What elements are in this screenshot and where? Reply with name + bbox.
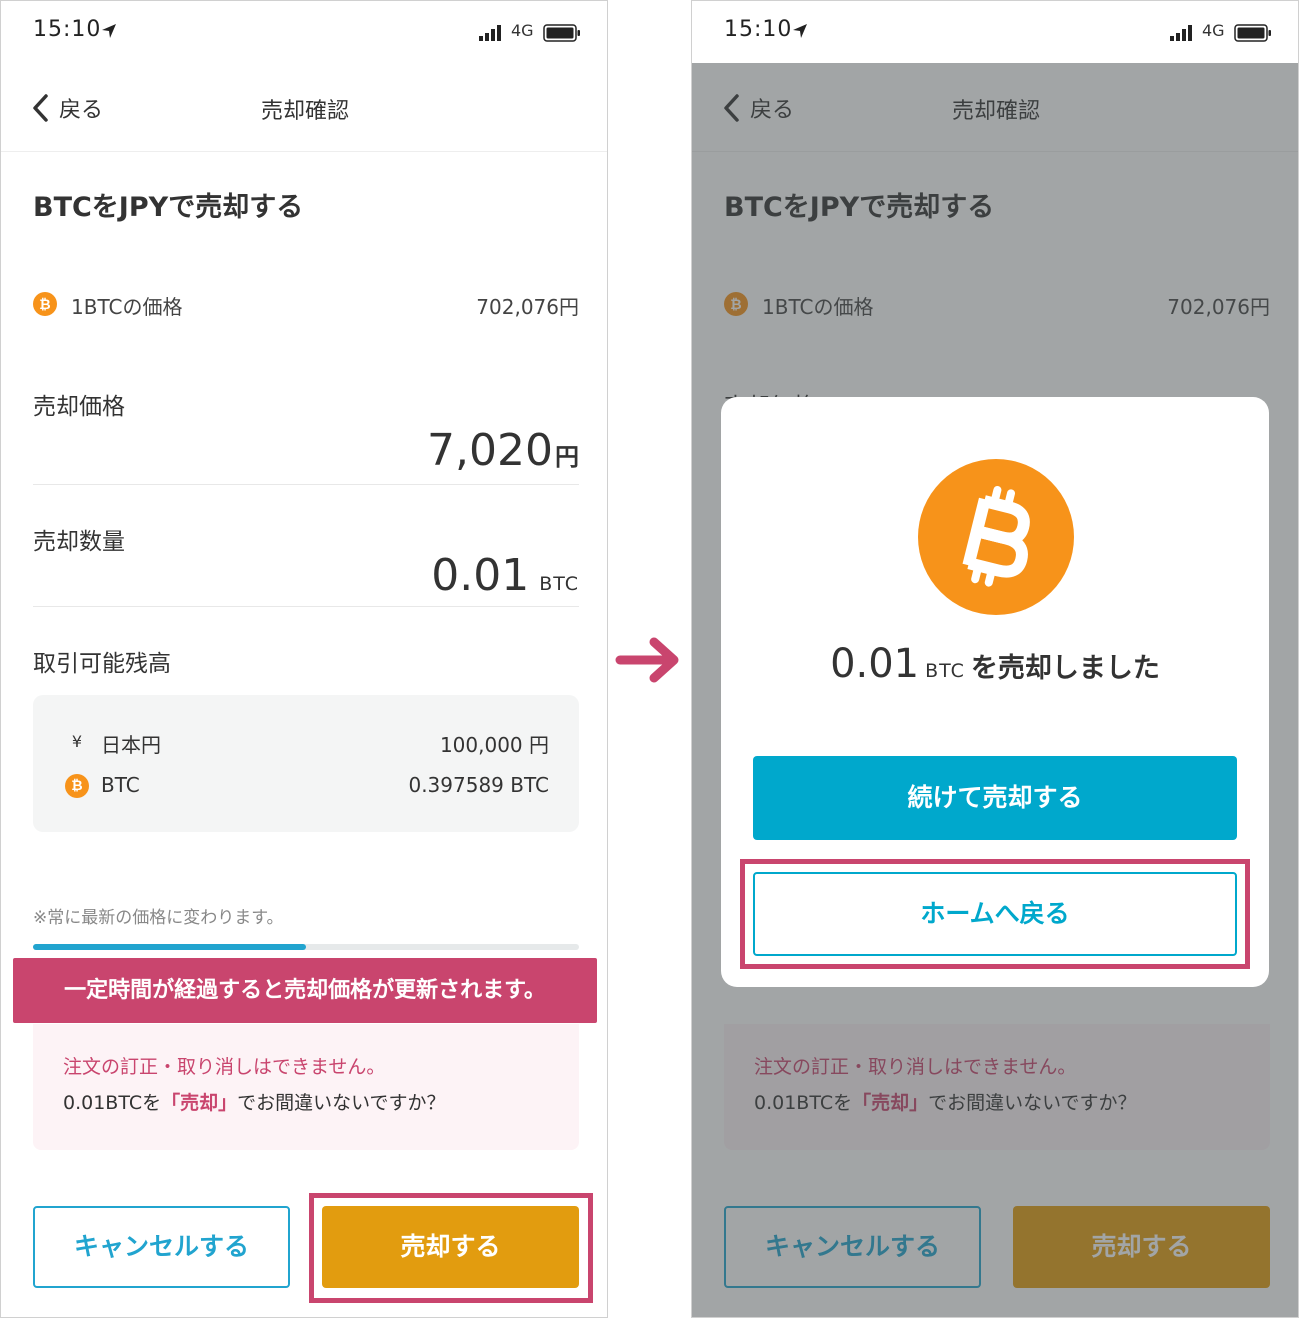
price-update-notice: ※常に最新の価格に変わります。 — [33, 908, 284, 928]
battery-icon — [1234, 24, 1271, 42]
sell-quantity-value: 0.01 — [431, 550, 530, 601]
sell-price-label: 売却価格 — [33, 394, 125, 420]
balance-value: 100,000 円 — [439, 733, 549, 757]
balance-row-btc: ₿ BTC 0.397589 BTC — [65, 771, 549, 801]
rate-label: 1BTCの価格 — [71, 295, 183, 319]
status-bar: 15:10 4G — [1, 1, 607, 63]
sale-complete-dialog: 0.01 BTC を売却しました 続けて売却する ホームへ戻る — [721, 397, 1269, 987]
balance-value: 0.397589 BTC — [408, 773, 549, 797]
sell-button[interactable]: 売却する — [322, 1206, 579, 1288]
completion-screen: 15:10 4G 戻る 売却確認 BTCをJPYで売却する ₿ 1BTCの価格 … — [691, 0, 1299, 1318]
warning-box: 注文の訂正・取り消しはできません。 0.01BTCを「売却」でお間違いないですか… — [33, 1024, 579, 1150]
sold-unit: BTC — [925, 660, 965, 682]
warning-text-highlight: 「売却」 — [161, 1092, 238, 1114]
price-refresh-tooltip: 一定時間が経過すると売却価格が更新されます。 — [13, 958, 597, 1023]
rate-value: 702,076円 — [476, 295, 579, 319]
divider — [33, 484, 579, 485]
sell-price-value: 7,020 — [427, 425, 553, 476]
sell-quantity-unit: BTC — [539, 573, 579, 595]
warning-title: 注文の訂正・取り消しはできません。 — [63, 1056, 386, 1078]
status-time: 15:10 — [33, 17, 102, 42]
battery-icon — [543, 24, 580, 42]
sell-price-amount: 7,020円 — [33, 425, 579, 476]
cancel-button[interactable]: キャンセルする — [33, 1206, 290, 1288]
warning-text-suffix: でお間違いないですか？ — [237, 1092, 446, 1114]
status-time: 15:10 — [724, 17, 793, 42]
nav-bar: 戻る 売却確認 — [1, 63, 607, 152]
bitcoin-icon: ₿ — [65, 774, 89, 798]
back-to-home-button[interactable]: ホームへ戻る — [753, 872, 1237, 956]
progress-fill — [33, 944, 306, 950]
warning-text: 0.01BTCを「売却」でお間違いないですか？ — [63, 1088, 446, 1115]
divider — [33, 606, 579, 607]
network-type: 4G — [511, 21, 534, 40]
sell-quantity-amount: 0.01 BTC — [33, 550, 579, 601]
yen-icon: ¥ — [71, 732, 83, 751]
sell-price-unit: 円 — [555, 443, 579, 471]
order-heading: BTCをJPYで売却する — [33, 192, 304, 223]
location-arrow-icon — [102, 24, 116, 38]
balance-name: 日本円 — [101, 733, 161, 757]
location-arrow-icon — [793, 24, 807, 38]
confirm-screen: 15:10 4G 戻る 売却確認 BTCをJPYで売却する ₿ 1BTCの価格 … — [0, 0, 608, 1318]
btc-rate-row: ₿ 1BTCの価格 702,076円 — [33, 289, 579, 319]
balance-row-jpy: ¥ 日本円 100,000 円 — [65, 727, 549, 757]
network-type: 4G — [1202, 21, 1225, 40]
price-refresh-progress — [33, 944, 579, 950]
balance-label: 取引可能残高 — [33, 651, 171, 677]
continue-selling-button[interactable]: 続けて売却する — [753, 756, 1237, 840]
bitcoin-icon: ₿ — [33, 292, 57, 316]
arrow-right-icon — [615, 637, 679, 683]
balance-name: BTC — [101, 773, 140, 797]
sale-complete-message: 0.01 BTC を売却しました — [721, 641, 1269, 687]
balance-card: ¥ 日本円 100,000 円 ₿ BTC 0.397589 BTC — [33, 695, 579, 832]
signal-icon — [479, 25, 501, 41]
bitcoin-icon — [918, 459, 1074, 615]
signal-icon — [1170, 25, 1192, 41]
sold-amount: 0.01 — [830, 641, 920, 687]
sold-message-suffix: を売却しました — [970, 653, 1160, 684]
warning-text-prefix: 0.01BTCを — [63, 1092, 162, 1114]
status-bar: 15:10 4G — [692, 1, 1298, 63]
page-title: 売却確認 — [260, 99, 349, 124]
